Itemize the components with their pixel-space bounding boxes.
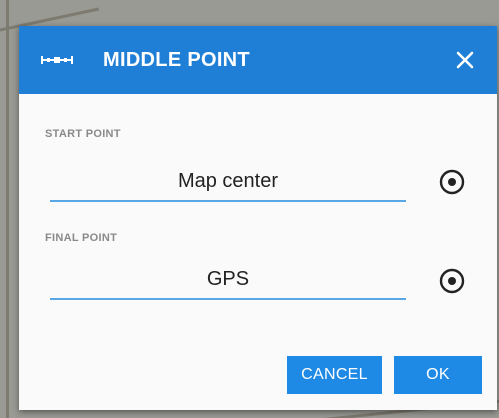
close-icon[interactable] <box>449 44 481 76</box>
ok-button[interactable]: OK <box>394 356 482 394</box>
dialog-header: MIDDLE POINT <box>19 26 497 94</box>
final-point-label: FINAL POINT <box>45 232 118 244</box>
target-icon[interactable] <box>437 167 467 197</box>
start-point-field[interactable] <box>50 162 406 202</box>
map-road <box>6 0 9 418</box>
middle-point-dialog: MIDDLE POINT START POINT FINAL POINT CAN… <box>19 26 497 410</box>
dialog-title: MIDDLE POINT <box>103 49 250 71</box>
target-icon[interactable] <box>437 266 467 296</box>
start-point-label: START POINT <box>45 128 121 140</box>
cancel-button[interactable]: CANCEL <box>287 356 382 394</box>
middle-point-icon <box>41 56 73 64</box>
final-point-field[interactable] <box>50 260 406 300</box>
